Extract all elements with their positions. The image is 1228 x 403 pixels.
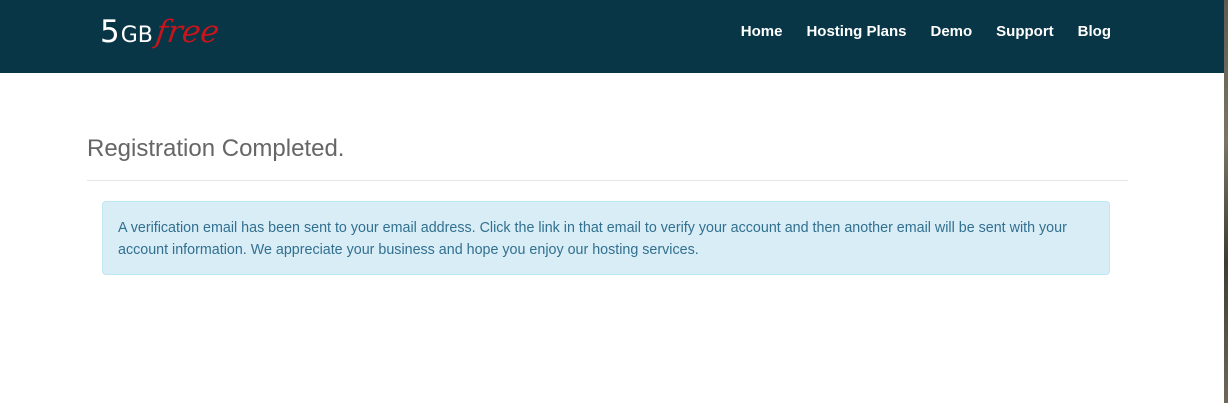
site-logo-link[interactable]: 5 GB free — [100, 12, 222, 58]
nav-demo-link[interactable]: Demo — [930, 21, 972, 43]
nav-support-link[interactable]: Support — [996, 21, 1054, 43]
top-navbar: 5 GB free Home Hosting Plans Demo Suppor… — [0, 0, 1224, 73]
nav-hosting-plans-link[interactable]: Hosting Plans — [806, 21, 906, 43]
page: 5 GB free Home Hosting Plans Demo Suppor… — [0, 0, 1228, 403]
logo-free-script: free — [153, 14, 222, 50]
nav-blog-link[interactable]: Blog — [1078, 21, 1111, 43]
title-divider — [87, 180, 1128, 181]
page-title: Registration Completed. — [87, 135, 345, 162]
nav-home-link[interactable]: Home — [741, 21, 783, 43]
window-edge-strip — [1224, 0, 1228, 403]
verification-message: A verification email has been sent to yo… — [118, 220, 1067, 258]
verification-info-alert: A verification email has been sent to yo… — [102, 201, 1110, 275]
main-navigation: Home Hosting Plans Demo Support Blog — [741, 21, 1111, 43]
logo-unit: GB — [120, 23, 153, 48]
logo-number: 5 — [100, 14, 120, 50]
